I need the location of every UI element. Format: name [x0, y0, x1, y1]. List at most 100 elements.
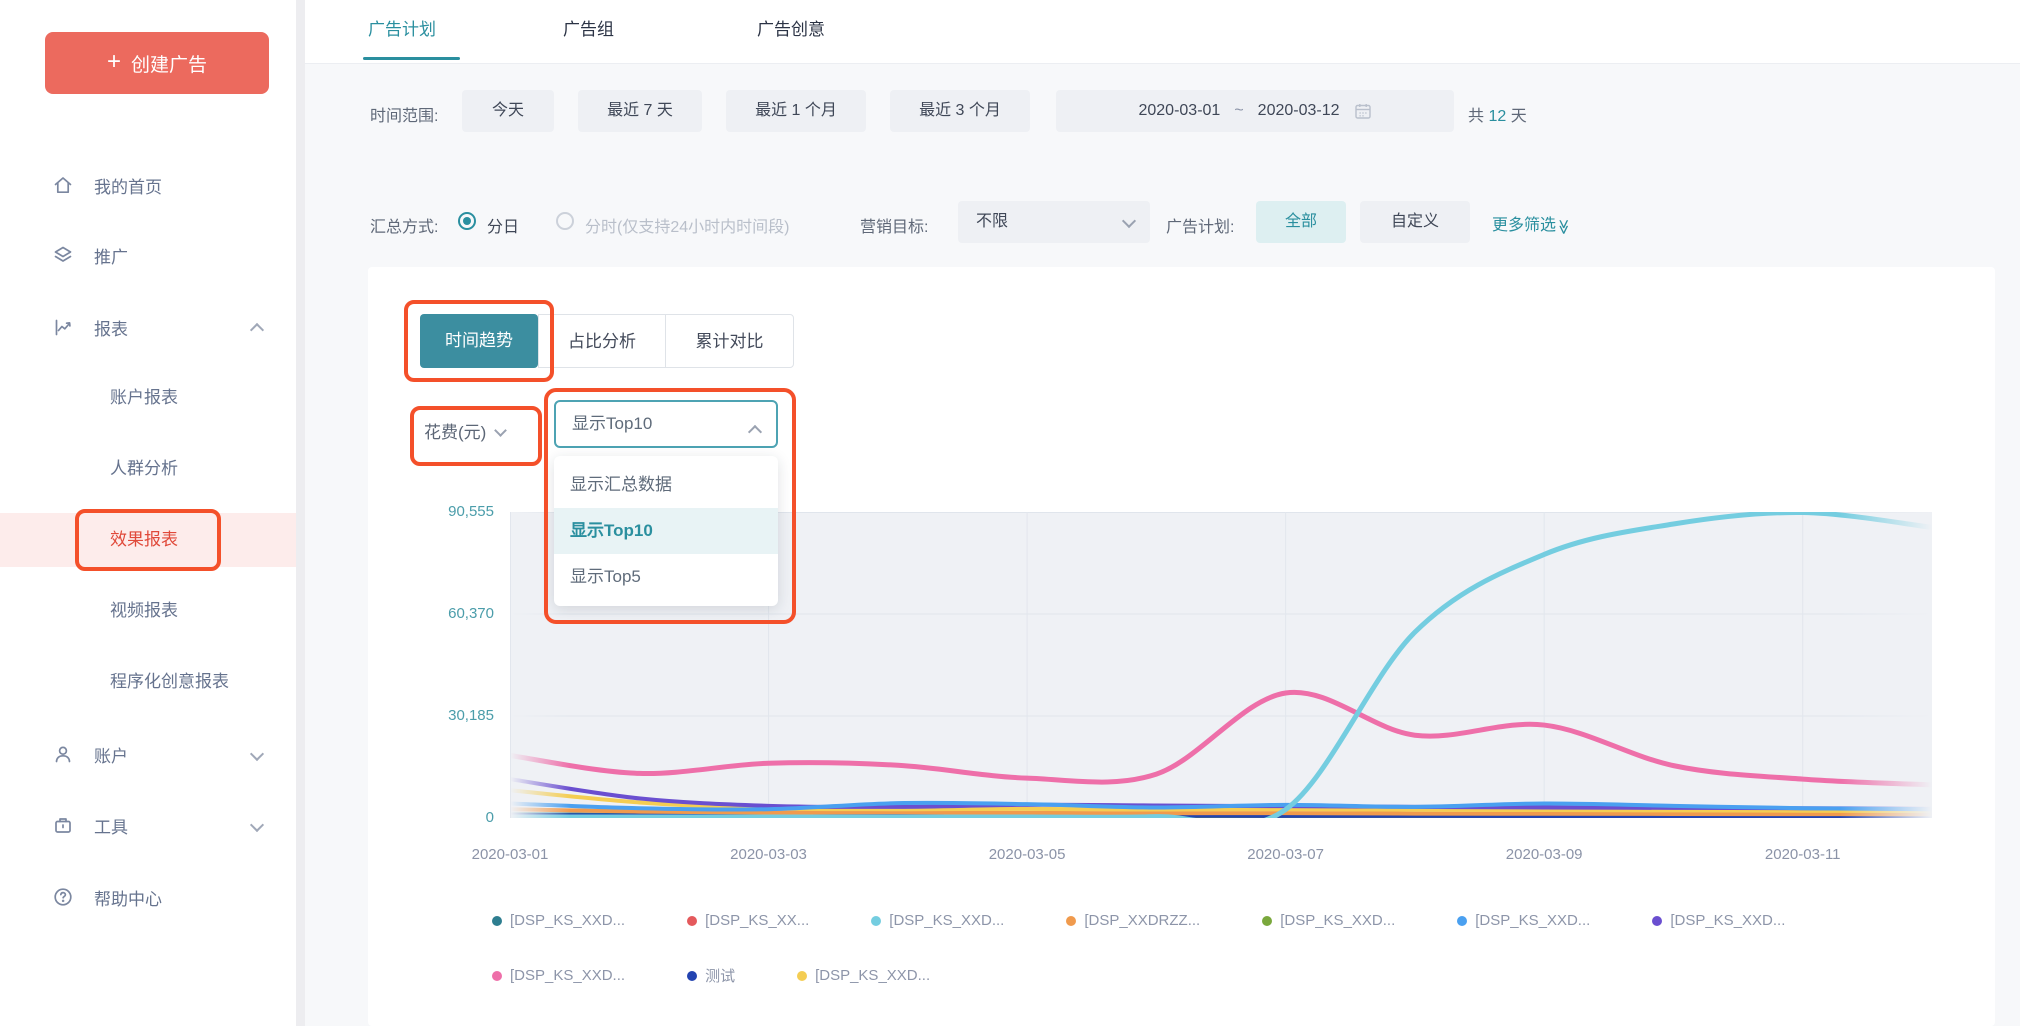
legend-dot-icon [687, 916, 697, 926]
date-separator: ~ [1234, 102, 1243, 120]
option-show-top5[interactable]: 显示Top5 [554, 554, 778, 600]
help-icon [52, 886, 74, 908]
legend-item[interactable]: [DSP_KS_XXD... [492, 965, 625, 986]
chevron-down-icon [250, 818, 264, 832]
sidebar-item-help-center[interactable]: 帮助中心 [0, 875, 296, 919]
legend-item[interactable]: [DSP_KS_XXD... [1262, 912, 1395, 929]
range-7days-button[interactable]: 最近 7 天 [578, 90, 702, 132]
legend-dot-icon [492, 916, 502, 926]
sidebar-item-video-report[interactable]: 视频报表 [0, 584, 296, 638]
radio-by-day-label[interactable]: 分日 [487, 213, 519, 237]
sidebar-item-account-report[interactable]: 账户报表 [0, 371, 296, 425]
radio-by-hour[interactable] [556, 212, 574, 230]
legend-item[interactable]: [DSP_KS_XXD... [492, 912, 625, 929]
option-show-summary[interactable]: 显示汇总数据 [554, 462, 778, 508]
x-tick-label: 2020-03-07 [1216, 846, 1356, 863]
legend-label: [DSP_KS_XXD... [889, 912, 1004, 929]
range-3months-button[interactable]: 最近 3 个月 [890, 90, 1030, 132]
toolbox-icon [52, 814, 74, 836]
legend-label: [DSP_KS_XX... [705, 912, 809, 929]
chevron-down-icon [1122, 214, 1136, 228]
chevron-down-icon [494, 424, 507, 437]
sidebar-item-label: 工具 [94, 813, 128, 838]
range-1month-button[interactable]: 最近 1 个月 [726, 90, 866, 132]
home-icon [52, 174, 74, 196]
legend-dot-icon [871, 916, 881, 926]
view-tab-proportion[interactable]: 占比分析 [538, 314, 666, 368]
x-tick-label: 2020-03-09 [1474, 846, 1614, 863]
summary-mode-label: 汇总方式: [370, 213, 438, 237]
metric-label: 花费(元) [424, 423, 486, 442]
legend-dot-icon [687, 971, 697, 981]
legend-label: [DSP_KS_XXD... [1670, 912, 1785, 929]
sidebar-item-label: 账户 [94, 742, 128, 767]
ad-plan-custom-button[interactable]: 自定义 [1360, 201, 1470, 243]
date-end: 2020-03-12 [1258, 102, 1340, 120]
x-tick-label: 2020-03-05 [957, 846, 1097, 863]
legend-item[interactable]: [DSP_KS_XX... [687, 912, 809, 929]
legend-label: 测试 [705, 965, 735, 986]
legend-item[interactable]: 测试 [687, 965, 735, 986]
range-today-button[interactable]: 今天 [462, 90, 554, 132]
legend-item[interactable]: [DSP_XXDRZZ... [1066, 912, 1200, 929]
sidebar-item-label: 帮助中心 [94, 885, 162, 910]
legend-item[interactable]: [DSP_KS_XXD... [1457, 912, 1590, 929]
top-n-select[interactable]: 显示Top10 [554, 400, 778, 448]
marketing-goal-label: 营销目标: [860, 213, 928, 237]
legend-label: [DSP_KS_XXD... [1475, 912, 1590, 929]
sidebar-item-tools[interactable]: 工具 [0, 803, 296, 847]
marketing-goal-value: 不限 [976, 201, 1008, 243]
sidebar: + 创建广告 我的首页 推广 报表 账户报表 人群分析 效果报表 [0, 0, 305, 1026]
chevron-up-icon [250, 323, 264, 337]
legend-item[interactable]: [DSP_KS_XXD... [797, 965, 930, 986]
tab-ad-creative[interactable]: 广告创意 [757, 0, 825, 60]
create-ad-button[interactable]: + 创建广告 [45, 32, 269, 94]
metric-selector[interactable]: 花费(元) [424, 418, 505, 443]
option-show-top10[interactable]: 显示Top10 [554, 508, 778, 554]
report-chart-icon [52, 316, 74, 338]
y-tick-label: 0 [380, 809, 494, 826]
tab-ad-group[interactable]: 广告组 [563, 0, 614, 60]
view-tab-time-trend[interactable]: 时间趋势 [420, 314, 538, 368]
plus-icon: + [107, 50, 121, 74]
chart-line [510, 692, 1932, 785]
legend-dot-icon [1066, 916, 1076, 926]
layers-icon [52, 244, 74, 266]
y-tick-label: 90,555 [380, 503, 494, 520]
legend-dot-icon [1652, 916, 1662, 926]
chevron-down-icon [250, 747, 264, 761]
legend-label: [DSP_XXDRZZ... [1084, 912, 1200, 929]
date-range-picker[interactable]: 2020-03-01 ~ 2020-03-12 [1056, 90, 1454, 132]
user-icon [52, 743, 74, 765]
view-tab-cumulative[interactable]: 累计对比 [665, 314, 794, 368]
legend-dot-icon [797, 971, 807, 981]
sidebar-scrollbar[interactable] [296, 0, 305, 1026]
legend-dot-icon [1457, 916, 1467, 926]
marketing-goal-select[interactable]: 不限 [958, 201, 1150, 243]
radio-by-hour-label[interactable]: 分时(仅支持24小时内时间段) [585, 213, 789, 237]
sidebar-item-reports[interactable]: 报表 [0, 305, 296, 349]
sidebar-item-account[interactable]: 账户 [0, 732, 296, 776]
ad-plan-all-button[interactable]: 全部 [1256, 201, 1346, 243]
tab-ad-plan[interactable]: 广告计划 [368, 0, 436, 60]
radio-by-day[interactable] [458, 212, 476, 230]
top-n-dropdown-menu: 显示汇总数据 显示Top10 显示Top5 [554, 456, 778, 606]
more-filters-link[interactable]: 更多筛选≫ [1492, 211, 1572, 235]
y-tick-label: 30,185 [380, 707, 494, 724]
legend-label: [DSP_KS_XXD... [510, 967, 625, 984]
sidebar-item-audience-analysis[interactable]: 人群分析 [0, 442, 296, 496]
sidebar-item-label: 我的首页 [94, 173, 162, 198]
chevron-up-icon [748, 425, 762, 439]
legend-item[interactable]: [DSP_KS_XXD... [1652, 912, 1785, 929]
date-start: 2020-03-01 [1138, 102, 1220, 120]
sidebar-item-programmatic-creative-report[interactable]: 程序化创意报表 [0, 655, 296, 709]
sidebar-item-performance-report[interactable]: 效果报表 [0, 513, 296, 567]
sidebar-item-home[interactable]: 我的首页 [0, 163, 296, 207]
top-n-value: 显示Top10 [572, 402, 652, 446]
chart-legend: [DSP_KS_XXD... [DSP_KS_XX... [DSP_KS_XXD..… [492, 912, 1952, 986]
app: + 创建广告 我的首页 推广 报表 账户报表 人群分析 效果报表 [0, 0, 2020, 1026]
y-tick-label: 60,370 [380, 605, 494, 622]
legend-label: [DSP_KS_XXD... [510, 912, 625, 929]
sidebar-item-promotion[interactable]: 推广 [0, 233, 296, 277]
legend-item[interactable]: [DSP_KS_XXD... [871, 912, 1004, 929]
